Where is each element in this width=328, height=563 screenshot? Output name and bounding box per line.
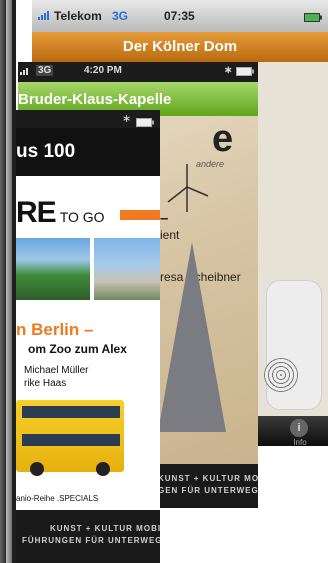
status-bar: 3G 4:20 PM ∗ bbox=[18, 62, 258, 82]
text-fragment: ient bbox=[160, 228, 180, 242]
building-photo[interactable] bbox=[94, 238, 160, 300]
author-1: Michael Müller bbox=[24, 365, 89, 376]
windmill-icon bbox=[164, 162, 210, 217]
guide-subheading: om Zoo zum Alex bbox=[28, 342, 127, 356]
bluetooth-icon: ∗ bbox=[122, 113, 132, 125]
bus-wheel bbox=[30, 462, 44, 476]
app-screen-bus-100: ∗ us 100 RE TO GO n Berlin – om Zoo zum A… bbox=[16, 110, 160, 563]
series-label: anio-Reihe .SPECIALS bbox=[16, 494, 99, 503]
battery-icon bbox=[236, 67, 254, 79]
battery-icon bbox=[304, 11, 322, 25]
footer-line-2: FÜHRUNGEN FÜR UNTERWEGS bbox=[22, 536, 160, 545]
footer-line-2: GEN FÜR UNTERWEGS bbox=[158, 486, 258, 495]
bus-window-row bbox=[22, 434, 120, 446]
page-title: Der Kölner Dom bbox=[122, 38, 238, 55]
logo-re: RE bbox=[16, 196, 57, 229]
chapel-tower bbox=[158, 242, 226, 432]
bluetooth-icon: ∗ bbox=[224, 65, 233, 76]
bus-wheel bbox=[96, 462, 110, 476]
clock-label: 4:20 PM bbox=[84, 65, 122, 76]
bus-image[interactable] bbox=[16, 400, 124, 476]
footer-line-1: KUNST + KULTUR MOBIL bbox=[158, 474, 258, 483]
brand-logo: RE TO GO bbox=[16, 196, 105, 230]
page-title: us 100 bbox=[16, 141, 76, 162]
carrier-label: Telekom bbox=[54, 9, 102, 23]
nav-bar: us 100 bbox=[16, 128, 160, 176]
page-title: Bruder-Klaus-Kapelle bbox=[18, 91, 172, 108]
status-bar: ∗ bbox=[16, 110, 160, 128]
signal-icon bbox=[38, 9, 52, 23]
footer-banner: KUNST + KULTUR MOBIL FÜHRUNGEN FÜR UNTER… bbox=[16, 510, 160, 563]
network-label: 3G bbox=[112, 9, 129, 23]
author-2: rike Haas bbox=[24, 378, 67, 389]
tab-info-label[interactable]: Info bbox=[286, 438, 314, 446]
signal-icon bbox=[20, 65, 32, 78]
logo-accent-bar bbox=[120, 210, 160, 220]
status-bar: Telekom 3G 07:35 bbox=[32, 0, 328, 32]
nav-bar: Der Kölner Dom bbox=[32, 32, 328, 62]
network-label: 3G bbox=[36, 65, 54, 76]
guide-heading: n Berlin – bbox=[16, 320, 94, 339]
bus-window-row bbox=[22, 406, 120, 418]
footer-line-1: KUNST + KULTUR MOBIL bbox=[50, 524, 160, 533]
info-icon[interactable]: i bbox=[290, 419, 308, 437]
park-photo[interactable] bbox=[16, 238, 90, 300]
fingerprint-icon bbox=[264, 358, 298, 392]
clock-label: 07:35 bbox=[164, 9, 195, 23]
logo-fragment: e bbox=[212, 118, 233, 160]
logo-to-go: TO GO bbox=[59, 209, 105, 225]
